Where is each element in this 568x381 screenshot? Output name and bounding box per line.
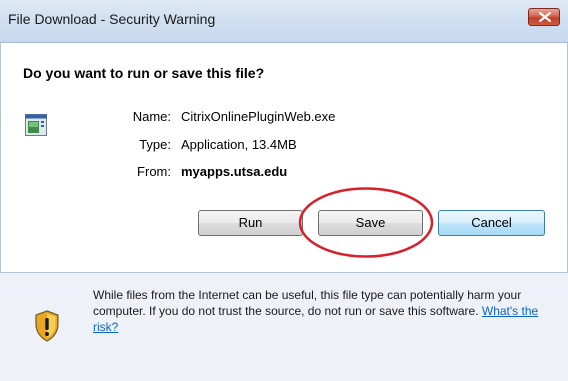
shield-warning-icon — [35, 310, 59, 342]
cancel-button[interactable]: Cancel — [438, 210, 545, 236]
run-button[interactable]: Run — [198, 210, 303, 236]
name-label: Name: — [132, 109, 171, 124]
warning-text: While files from the Internet can be use… — [93, 288, 522, 318]
dialog-body: Do you want to run or save this file? Na… — [0, 43, 568, 272]
file-source: myapps.utsa.edu — [181, 164, 288, 179]
type-label: Type: — [139, 137, 171, 152]
title-bar: File Download - Security Warning — [0, 0, 568, 43]
warning-panel: While files from the Internet can be use… — [0, 273, 568, 381]
close-button[interactable] — [528, 8, 560, 26]
close-icon — [539, 12, 551, 22]
from-label: From: — [137, 164, 171, 179]
window-title: File Download - Security Warning — [8, 11, 216, 27]
warning-message: While files from the Internet can be use… — [93, 287, 553, 335]
file-name: CitrixOnlinePluginWeb.exe — [181, 109, 336, 124]
file-type: Application, 13.4MB — [181, 137, 297, 152]
save-button[interactable]: Save — [318, 210, 423, 236]
dialog-question: Do you want to run or save this file? — [23, 65, 265, 81]
